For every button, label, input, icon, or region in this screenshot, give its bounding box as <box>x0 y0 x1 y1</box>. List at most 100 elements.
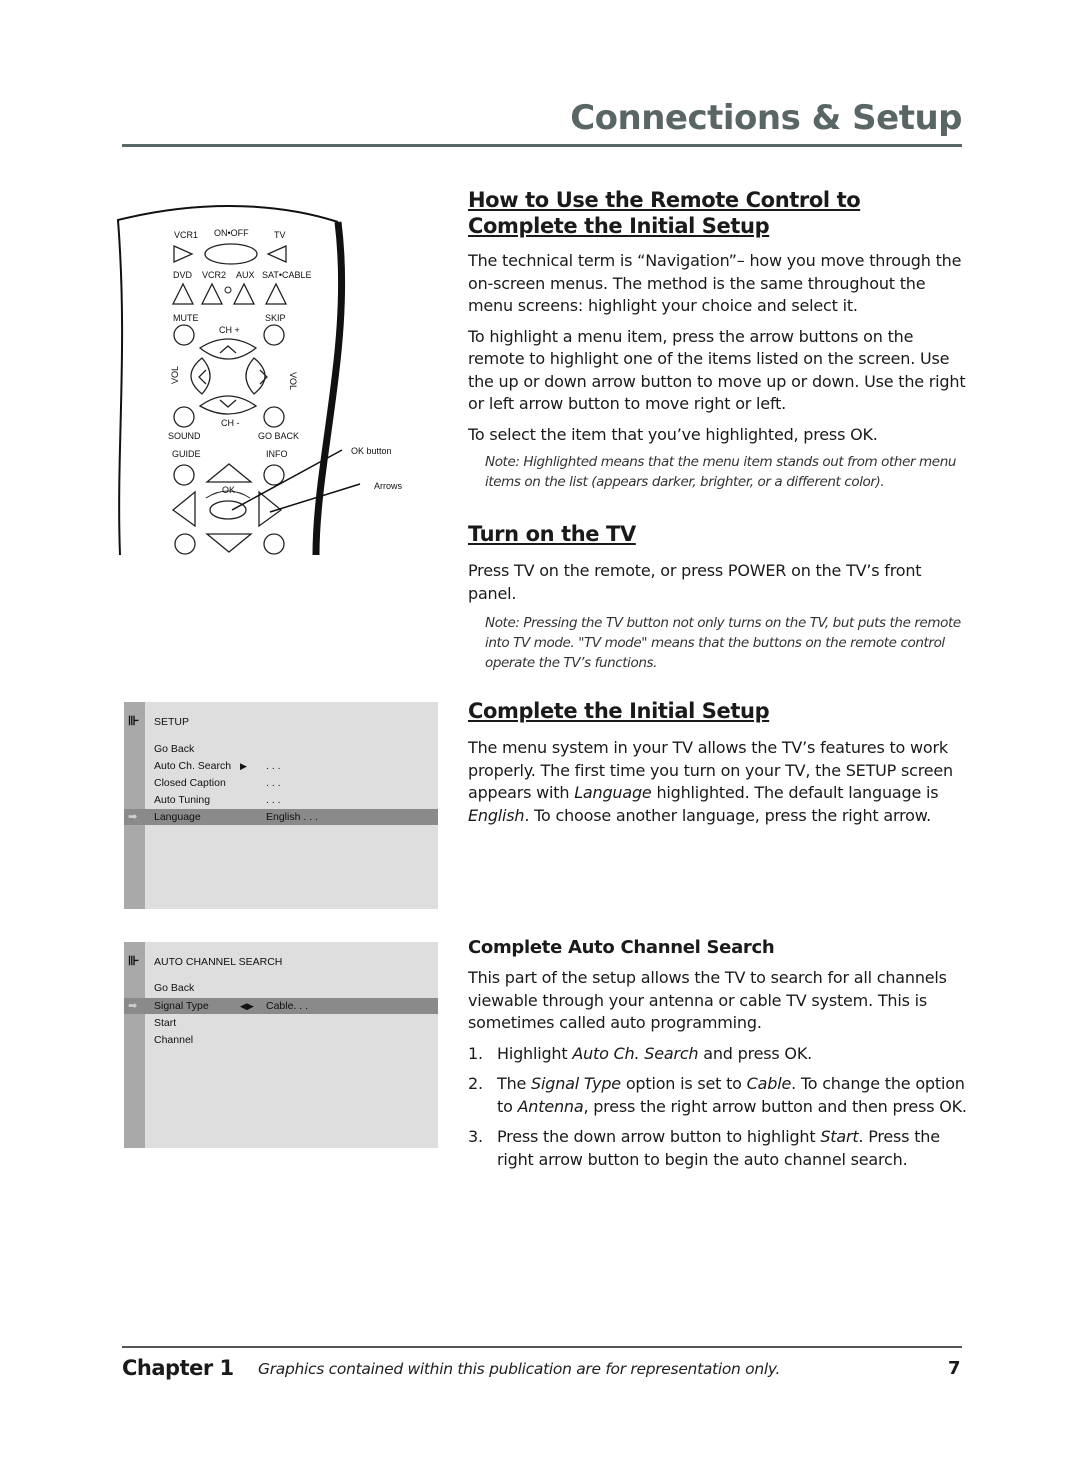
menu-row-start: Start <box>124 1015 438 1031</box>
label-aux: AUX <box>236 270 255 280</box>
text-run: The <box>497 1074 532 1093</box>
vcr2-button <box>200 282 224 305</box>
row-label: Go Back <box>154 982 195 994</box>
ok-button-callout: OK button <box>351 446 392 456</box>
section-heading: Complete the Initial Setup <box>468 699 770 723</box>
paragraph: Press TV on the remote, or press POWER o… <box>468 561 922 603</box>
remote-illustration: VCR1 ON•OFF TV DVD VCR2 AUX SAT•CABLE MU… <box>110 200 450 560</box>
label-tv: TV <box>274 230 286 240</box>
row-label: Go Back <box>154 743 195 755</box>
step-number: 2. <box>468 1074 483 1093</box>
info-button <box>263 464 285 486</box>
section-initial-setup: Complete the Initial Setup The menu syst… <box>468 698 968 827</box>
section-turn-on-tv: Turn on the TV Press TV on the remote, o… <box>468 521 968 673</box>
note: Note: Highlighted means that the menu it… <box>485 454 957 490</box>
emphasis: Cable <box>746 1074 792 1093</box>
guide-button <box>173 464 195 486</box>
label-ch-plus: CH + <box>219 325 240 335</box>
row-value: . . . <box>266 777 281 789</box>
label-sat-cable: SAT•CABLE <box>262 270 312 280</box>
remote-drawing: VCR1 ON•OFF TV DVD VCR2 AUX SAT•CABLE MU… <box>116 205 403 556</box>
footer-rule <box>122 1346 962 1348</box>
steps-list: 1. Highlight Auto Ch. Search and press OK… <box>468 1043 968 1172</box>
step-item: 1. Highlight Auto Ch. Search and press OK… <box>468 1043 968 1066</box>
section-remote-control: How to Use the Remote Control to Complet… <box>468 187 968 492</box>
row-label: Auto Ch. Search <box>154 760 232 772</box>
subsection-heading: Complete Auto Channel Search <box>468 937 775 958</box>
text-run: highlighted. The default language is <box>651 783 939 802</box>
label-info: INFO <box>266 449 288 459</box>
text-run: and press OK. <box>698 1043 813 1063</box>
menu-row-go-back: Go Back <box>124 741 438 757</box>
highlight-arrow-icon: ➡ <box>128 811 138 823</box>
go-back-button <box>263 406 285 428</box>
page-title: Connections & Setup <box>570 98 962 138</box>
page-number: 7 <box>948 1358 961 1379</box>
menu-plug-icon: ⊪ <box>128 953 140 968</box>
remote-right-edge <box>312 221 346 556</box>
highlight-arrow-icon: ➡ <box>128 1000 138 1012</box>
row-label: Channel <box>154 1034 194 1046</box>
setup-menu-screen: ⊪ SETUP Go Back Auto Ch. Search ▶ . . . … <box>124 702 438 909</box>
label-skip: SKIP <box>265 313 286 323</box>
section-heading: How to Use the Remote Control to Complet… <box>468 188 861 238</box>
menu-plug-icon: ⊪ <box>128 713 140 728</box>
row-label: Signal Type <box>154 1000 209 1012</box>
left-arrow-button <box>171 490 196 528</box>
menu-row-signal-type-highlighted: ➡ Signal Type ◀▶ Cable. . . <box>124 998 438 1014</box>
ch-up-button <box>198 338 258 360</box>
step-item: 2. The Signal Type option is set to Cable… <box>468 1073 968 1118</box>
ok-button <box>209 500 247 520</box>
step-item: 3. Press the down arrow button to highlig… <box>468 1126 968 1171</box>
menu-title: AUTO CHANNEL SEARCH <box>154 956 283 968</box>
paragraph: To select the item that you’ve highlight… <box>468 424 878 444</box>
left-right-arrows-icon: ◀▶ <box>240 1001 254 1011</box>
label-mute: MUTE <box>173 313 199 323</box>
paragraph: The technical term is “Navigation”– how … <box>468 251 962 315</box>
row-value: Cable. . . <box>266 1000 309 1012</box>
ch-down-button <box>198 395 258 415</box>
dvd-button <box>171 282 195 305</box>
text-run: Highlight <box>497 1043 573 1063</box>
emphasis: Start <box>820 1127 859 1146</box>
label-sound: SOUND <box>168 431 201 441</box>
row-value: English . . . <box>266 811 318 823</box>
menu-row-language-highlighted: ➡ Language English . . . <box>124 809 438 825</box>
label-dvd: DVD <box>173 270 193 280</box>
tv-button <box>266 244 287 264</box>
emphasis: English <box>468 805 525 825</box>
submenu-arrow-icon: ▶ <box>240 761 247 771</box>
paragraph: This part of the setup allows the TV to … <box>468 968 947 1032</box>
paragraph: The menu system in your TV allows the TV… <box>468 737 968 827</box>
skip-button <box>263 324 285 346</box>
text-run: . To choose another language, press the … <box>524 805 932 825</box>
step-number: 1. <box>468 1043 483 1063</box>
label-vol-left: VOL <box>170 366 180 384</box>
row-label: Closed Caption <box>154 777 226 789</box>
note: Note: Pressing the TV button not only tu… <box>485 615 961 671</box>
step-number: 3. <box>468 1127 483 1146</box>
text-run: option is set to <box>620 1074 747 1093</box>
down-arrow-button <box>205 533 253 553</box>
menu-row-closed-caption: Closed Caption . . . <box>124 775 438 791</box>
chapter-label: Chapter 1 <box>122 1356 234 1380</box>
row-value: . . . <box>266 760 281 772</box>
menu-row-auto-ch-search: Auto Ch. Search ▶ . . . <box>124 758 438 774</box>
emphasis: Signal Type <box>531 1074 621 1093</box>
emphasis: Auto Ch. Search <box>572 1043 699 1063</box>
label-on-off: ON•OFF <box>214 228 249 238</box>
menu-row-go-back: Go Back <box>124 980 438 996</box>
label-ch-minus: CH - <box>221 418 240 428</box>
section-heading: Turn on the TV <box>468 522 636 546</box>
aux-button <box>232 282 256 305</box>
label-vcr1: VCR1 <box>174 230 198 240</box>
menu-title: SETUP <box>154 716 190 728</box>
menu-row-auto-tuning: Auto Tuning . . . <box>124 792 438 808</box>
auto-channel-menu-screen: ⊪ AUTO CHANNEL SEARCH Go Back ➡ Signal T… <box>124 942 438 1148</box>
section-auto-channel-search: Complete Auto Channel Search This part o… <box>468 937 968 1179</box>
label-ok: OK <box>222 485 235 495</box>
label-guide: GUIDE <box>172 449 201 459</box>
text-run: , press the right arrow button and then … <box>583 1096 967 1116</box>
bottom-right-button <box>263 533 285 555</box>
emphasis: Language <box>574 783 652 802</box>
